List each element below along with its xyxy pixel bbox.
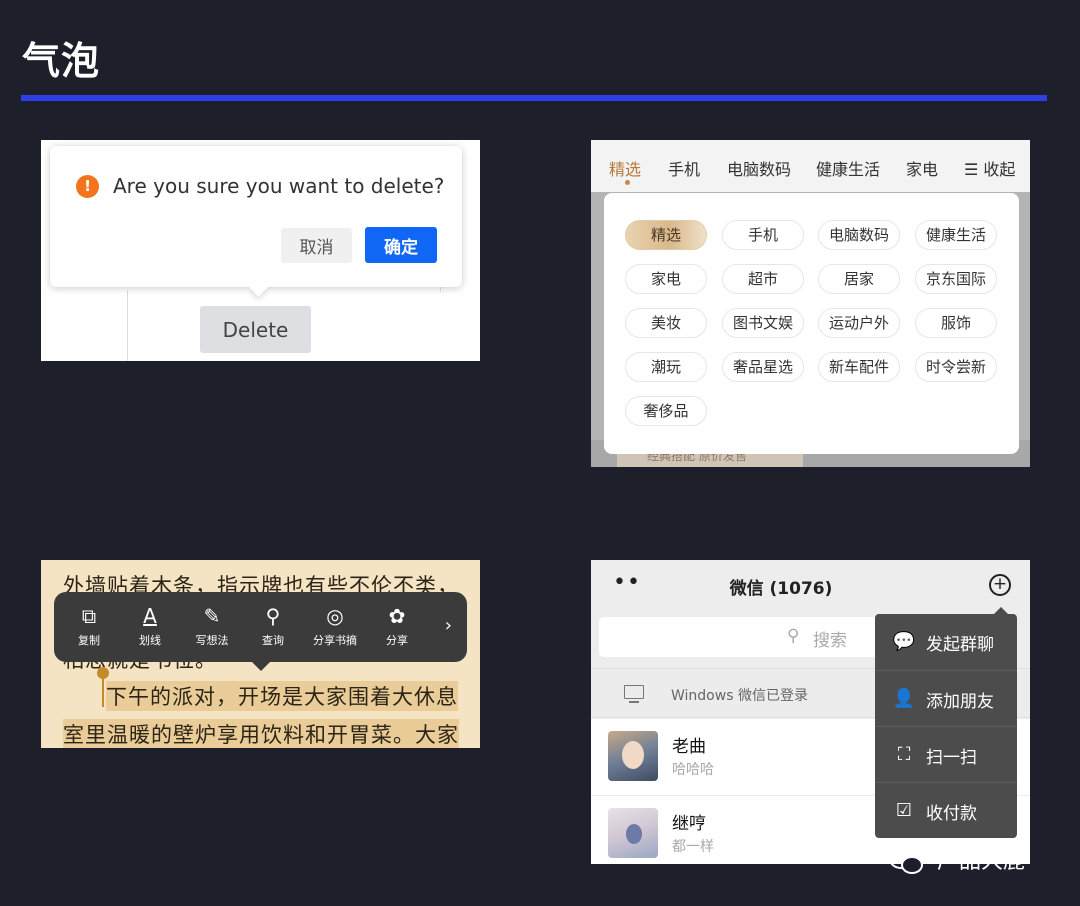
chat-name: 继哼 xyxy=(672,814,706,834)
chip[interactable]: 服饰 xyxy=(915,308,997,338)
tool-label: 分享 xyxy=(386,634,408,647)
chip[interactable]: 家电 xyxy=(625,264,707,294)
plus-icon[interactable]: + xyxy=(989,574,1011,596)
chip[interactable]: 运动户外 xyxy=(818,308,900,338)
chip[interactable]: 电脑数码 xyxy=(818,220,900,250)
search-icon: ⚲ xyxy=(265,604,281,628)
note-button[interactable]: ✎ 写想法 xyxy=(180,602,244,648)
cancel-button[interactable]: 取消 xyxy=(281,228,352,263)
reader-selected-line[interactable]: 下午的派对，开场是大家围着大休息 xyxy=(106,681,458,711)
menu-item-group-chat[interactable]: 💬 发起群聊 xyxy=(875,614,1017,670)
share-excerpt-button[interactable]: ◎ 分享书摘 xyxy=(303,602,367,648)
menu-item-scan[interactable]: ⛶ 扫一扫 xyxy=(875,726,1017,782)
tab-featured[interactable]: 精选 xyxy=(609,156,641,180)
underline-button[interactable]: A 划线 xyxy=(118,602,182,648)
avatar xyxy=(608,808,658,858)
search-placeholder: 搜索 xyxy=(813,631,847,651)
chip[interactable]: 手机 xyxy=(722,220,804,250)
chip-featured[interactable]: 精选 xyxy=(625,220,707,250)
delete-confirm-panel: ! Are you sure you want to delete? 取消 确定… xyxy=(41,140,480,361)
table-border xyxy=(127,290,128,361)
selection-cursor xyxy=(102,673,104,707)
page-title: 气泡 xyxy=(22,39,101,83)
tool-label: 查询 xyxy=(262,634,284,647)
chat-last-message: 哈哈哈 xyxy=(672,762,714,778)
chip[interactable]: 时令尝新 xyxy=(915,352,997,382)
plus-dropdown-menu: 💬 发起群聊 👤 添加朋友 ⛶ 扫一扫 ☑ 收付款 xyxy=(875,607,1017,838)
payment-icon: ☑ xyxy=(895,800,913,821)
category-panel: 精选 手机 电脑数码 健康生活 家电 ☰ 收起 经典搭配 原价发售 精选 手机 … xyxy=(591,140,1030,467)
watermark: 产品大鹿 xyxy=(888,843,1025,876)
confirm-button[interactable]: 确定 xyxy=(365,227,437,263)
confirm-question: Are you sure you want to delete? xyxy=(113,174,445,198)
note-icon: ✎ xyxy=(203,604,221,628)
tab-appliance[interactable]: 家电 xyxy=(906,156,938,180)
avatar xyxy=(608,731,658,781)
menu-item-label: 扫一扫 xyxy=(926,748,977,768)
reader-panel: 外墙贴着木条，指示牌也有些不伦不类， 相思就是书位。 下午的派对，开场是大家围着… xyxy=(41,560,480,748)
chip[interactable]: 潮玩 xyxy=(625,352,707,382)
chip[interactable]: 奢侈品 xyxy=(625,396,707,426)
chat-name: 老曲 xyxy=(672,737,706,757)
share-icon: ✿ xyxy=(388,604,406,628)
menu-item-add-friend[interactable]: 👤 添加朋友 xyxy=(875,670,1017,726)
wechat-panel: •• 微信 (1076) + ⚲ 搜索 Windows 微信已登录 老曲 哈哈哈… xyxy=(591,560,1030,864)
collapse-button[interactable]: ☰ 收起 xyxy=(964,156,1015,180)
share-button[interactable]: ✿ 分享 xyxy=(365,602,429,648)
menu-item-payment[interactable]: ☑ 收付款 xyxy=(875,782,1017,838)
confirm-popover: ! Are you sure you want to delete? 取消 确定 xyxy=(50,146,462,287)
menu-item-label: 发起群聊 xyxy=(926,635,994,655)
chip[interactable]: 美妆 xyxy=(625,308,707,338)
chip[interactable]: 图书文娱 xyxy=(722,308,804,338)
chip[interactable]: 超市 xyxy=(722,264,804,294)
search-input[interactable]: ⚲ 搜索 xyxy=(599,617,899,657)
share-excerpt-icon: ◎ xyxy=(326,604,344,628)
copy-icon: ⧉ xyxy=(81,604,97,628)
chip[interactable]: 健康生活 xyxy=(915,220,997,250)
tool-label: 写想法 xyxy=(195,634,229,647)
selection-toolbar: ⧉ 复制 A 划线 ✎ 写想法 ⚲ 查询 ◎ 分享书摘 ✿ 分享 › xyxy=(54,592,467,671)
title-divider xyxy=(21,95,1047,101)
reader-selected-line[interactable]: 室里温暖的壁炉享用饮料和开胃菜。大家 xyxy=(63,719,459,748)
category-dropdown: 精选 手机 电脑数码 健康生活 家电 超市 居家 京东国际 美妆 图书文娱 运动… xyxy=(604,193,1019,454)
tab-health[interactable]: 健康生活 xyxy=(816,156,880,180)
underline-icon: A xyxy=(143,604,157,628)
chip[interactable]: 京东国际 xyxy=(915,264,997,294)
active-tab-dot xyxy=(625,180,630,185)
menu-item-label: 收付款 xyxy=(926,804,977,824)
tool-label: 划线 xyxy=(139,634,161,647)
chat-last-message: 都一样 xyxy=(672,839,714,855)
chevron-right-icon[interactable]: › xyxy=(445,615,452,636)
tab-phone[interactable]: 手机 xyxy=(668,156,700,180)
tool-label: 分享书摘 xyxy=(313,634,357,647)
watermark-text: 产品大鹿 xyxy=(937,849,1026,874)
tab-digital[interactable]: 电脑数码 xyxy=(727,156,791,180)
chip[interactable]: 居家 xyxy=(818,264,900,294)
warning-icon: ! xyxy=(76,175,99,198)
search-icon: ⚲ xyxy=(787,626,800,646)
tool-label: 复制 xyxy=(78,634,100,647)
lookup-button[interactable]: ⚲ 查询 xyxy=(241,602,305,648)
category-tab-bar: 精选 手机 电脑数码 健康生活 家电 ☰ 收起 xyxy=(591,140,1030,192)
scan-icon: ⛶ xyxy=(897,744,911,765)
delete-button[interactable]: Delete xyxy=(200,306,311,353)
copy-button[interactable]: ⧉ 复制 xyxy=(57,602,121,648)
windows-login-status: Windows 微信已登录 xyxy=(671,688,808,704)
menu-item-label: 添加朋友 xyxy=(926,692,994,712)
chat-bubble-icon: 💬 xyxy=(892,631,916,652)
chip[interactable]: 新车配件 xyxy=(818,352,900,382)
chip[interactable]: 奢品星选 xyxy=(722,352,804,382)
monitor-icon xyxy=(624,685,644,703)
wechat-logo-icon xyxy=(889,849,923,874)
add-user-icon: 👤 xyxy=(892,688,916,709)
wechat-title: 微信 (1076) xyxy=(729,579,833,599)
